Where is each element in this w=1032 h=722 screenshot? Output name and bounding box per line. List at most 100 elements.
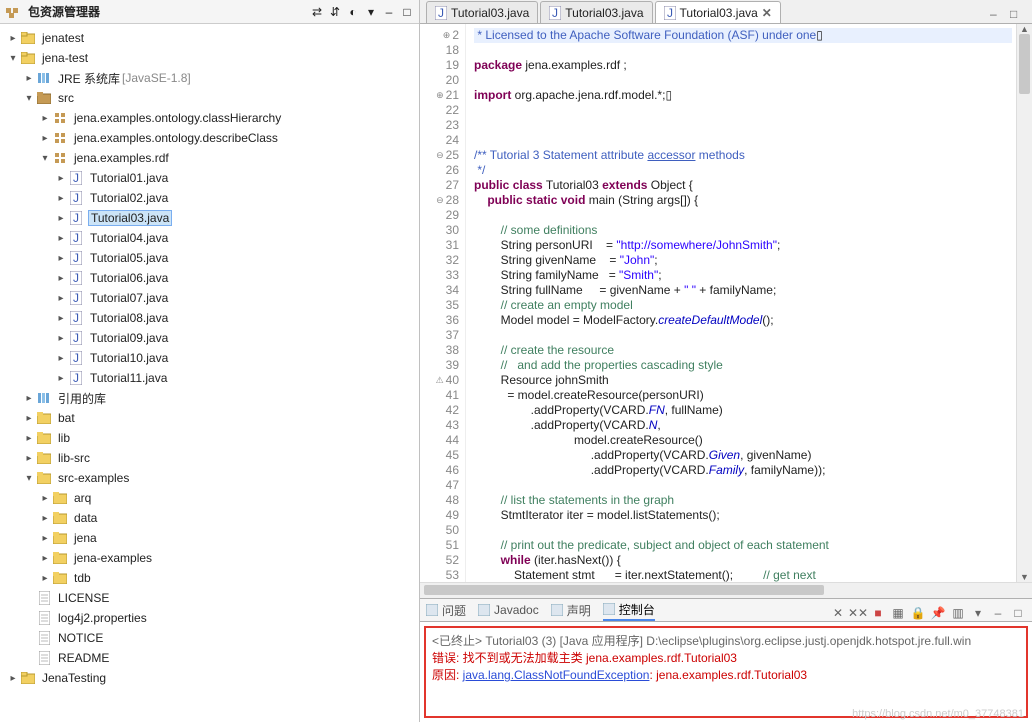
collapse-icon[interactable]: ▾: [22, 473, 36, 484]
tree-item[interactable]: log4j2.properties: [6, 608, 419, 628]
code-line[interactable]: = model.createResource(personURI): [474, 388, 1012, 403]
tree-item[interactable]: ▸JTutorial02.java: [6, 188, 419, 208]
tree-item[interactable]: ▸jena: [6, 528, 419, 548]
code-line[interactable]: [474, 523, 1012, 538]
scroll-up-icon[interactable]: ▲: [1017, 24, 1032, 34]
gutter-marker-icon[interactable]: ⊖: [436, 148, 444, 163]
tree-item[interactable]: ▸arq: [6, 488, 419, 508]
expand-icon[interactable]: ▸: [6, 33, 20, 44]
gutter-marker-icon[interactable]: ⊖: [436, 193, 444, 208]
code-line[interactable]: [474, 478, 1012, 493]
tree-item[interactable]: ▾src: [6, 88, 419, 108]
expand-icon[interactable]: ▸: [22, 73, 36, 84]
tree-item[interactable]: ▸data: [6, 508, 419, 528]
tree-item[interactable]: ▾jena-test: [6, 48, 419, 68]
close-tab-icon[interactable]: ✕: [762, 6, 772, 20]
code-line[interactable]: // create an empty model: [474, 298, 1012, 313]
tree-item[interactable]: ▸jena-examples: [6, 548, 419, 568]
expand-icon[interactable]: ▸: [22, 393, 36, 404]
code-line[interactable]: [474, 73, 1012, 88]
tree-item[interactable]: LICENSE: [6, 588, 419, 608]
explorer-tree[interactable]: ▸jenatest▾jena-test▸JRE 系统库 [JavaSE-1.8]…: [0, 24, 419, 722]
editor-tab[interactable]: JTutorial03.java: [540, 1, 652, 23]
code-line[interactable]: .addProperty(VCARD.Family, familyName));: [474, 463, 1012, 478]
open-console-icon[interactable]: ▾: [970, 605, 986, 621]
code-line[interactable]: while (iter.hasNext()) {: [474, 553, 1012, 568]
tree-item[interactable]: ▸JTutorial05.java: [6, 248, 419, 268]
expand-icon[interactable]: ▸: [38, 513, 52, 524]
collapse-icon[interactable]: ▾: [22, 93, 36, 104]
expand-icon[interactable]: ▸: [22, 433, 36, 444]
code-line[interactable]: .addProperty(VCARD.N,: [474, 418, 1012, 433]
expand-icon[interactable]: ▸: [38, 113, 52, 124]
expand-icon[interactable]: ▸: [54, 313, 68, 324]
expand-icon[interactable]: ▸: [54, 373, 68, 384]
tree-item[interactable]: ▸lib-src: [6, 448, 419, 468]
editor-code[interactable]: * Licensed to the Apache Software Founda…: [466, 24, 1016, 582]
code-line[interactable]: [474, 133, 1012, 148]
code-line[interactable]: // print out the predicate, subject and …: [474, 538, 1012, 553]
editor-gutter[interactable]: ⊕2181920⊕21222324⊖252627⊖282930313233343…: [420, 24, 466, 582]
code-line[interactable]: // some definitions: [474, 223, 1012, 238]
expand-icon[interactable]: ▸: [54, 353, 68, 364]
tree-item[interactable]: ▸JTutorial06.java: [6, 268, 419, 288]
collapse-all-icon[interactable]: ⇄: [309, 4, 325, 20]
gutter-marker-icon[interactable]: ⚠: [436, 373, 444, 388]
code-line[interactable]: String personURI = "http://somewhere/Joh…: [474, 238, 1012, 253]
expand-icon[interactable]: ▸: [38, 573, 52, 584]
tree-item[interactable]: ▸JRE 系统库 [JavaSE-1.8]: [6, 68, 419, 88]
tree-item[interactable]: ▸JTutorial09.java: [6, 328, 419, 348]
exception-link[interactable]: java.lang.ClassNotFoundException: [463, 668, 650, 682]
pin-console-icon[interactable]: 📌: [930, 605, 946, 621]
code-line[interactable]: String givenName = "John";: [474, 253, 1012, 268]
tree-item[interactable]: ▸JTutorial07.java: [6, 288, 419, 308]
clear-console-icon[interactable]: ▦: [890, 605, 906, 621]
editor-horizontal-scrollbar[interactable]: [420, 582, 1032, 598]
expand-icon[interactable]: ▸: [54, 233, 68, 244]
expand-icon[interactable]: ▸: [54, 333, 68, 344]
code-line[interactable]: String familyName = "Smith";: [474, 268, 1012, 283]
console-tab[interactable]: Javadoc: [478, 599, 539, 621]
code-line[interactable]: [474, 43, 1012, 58]
tree-item[interactable]: ▸jena.examples.ontology.classHierarchy: [6, 108, 419, 128]
expand-icon[interactable]: ▸: [38, 493, 52, 504]
minimize-icon[interactable]: –: [381, 4, 397, 20]
code-line[interactable]: String fullName = givenName + " " + fami…: [474, 283, 1012, 298]
code-line[interactable]: .addProperty(VCARD.FN, fullName): [474, 403, 1012, 418]
code-line[interactable]: model.createResource(): [474, 433, 1012, 448]
expand-icon[interactable]: ▸: [22, 413, 36, 424]
minimize-editor-icon[interactable]: –: [990, 7, 1006, 23]
tree-item[interactable]: NOTICE: [6, 628, 419, 648]
scroll-down-icon[interactable]: ▼: [1017, 572, 1032, 582]
expand-icon[interactable]: ▸: [54, 213, 68, 224]
code-line[interactable]: // and add the properties cascading styl…: [474, 358, 1012, 373]
code-line[interactable]: public static void main (String args[]) …: [474, 193, 1012, 208]
expand-icon[interactable]: ▸: [38, 133, 52, 144]
expand-icon[interactable]: ▸: [38, 533, 52, 544]
expand-icon[interactable]: ▸: [6, 673, 20, 684]
code-line[interactable]: Resource johnSmith: [474, 373, 1012, 388]
tree-item[interactable]: ▸JTutorial01.java: [6, 168, 419, 188]
code-line[interactable]: package jena.examples.rdf ;: [474, 58, 1012, 73]
tree-item[interactable]: ▾src-examples: [6, 468, 419, 488]
tree-item[interactable]: ▸tdb: [6, 568, 419, 588]
expand-icon[interactable]: ▸: [54, 173, 68, 184]
expand-icon[interactable]: ▸: [54, 193, 68, 204]
expand-icon[interactable]: ▸: [38, 553, 52, 564]
maximize-icon[interactable]: □: [399, 4, 415, 20]
code-line[interactable]: StmtIterator iter = model.listStatements…: [474, 508, 1012, 523]
tree-item[interactable]: ▸jenatest: [6, 28, 419, 48]
code-line[interactable]: * Licensed to the Apache Software Founda…: [474, 28, 1012, 43]
editor-tab[interactable]: JTutorial03.java: [426, 1, 538, 23]
tree-item[interactable]: ▸引用的库: [6, 388, 419, 408]
code-line[interactable]: .addProperty(VCARD.Given, givenName): [474, 448, 1012, 463]
scrollbar-thumb[interactable]: [1019, 34, 1030, 94]
code-line[interactable]: [474, 208, 1012, 223]
tree-item[interactable]: ▸JTutorial10.java: [6, 348, 419, 368]
maximize-editor-icon[interactable]: □: [1010, 7, 1026, 23]
link-editor-icon[interactable]: ⇵: [327, 4, 343, 20]
code-line[interactable]: public class Tutorial03 extends Object {: [474, 178, 1012, 193]
console-tab[interactable]: 问题: [426, 599, 466, 621]
focus-icon[interactable]: ◐: [345, 4, 361, 20]
tree-item[interactable]: ▸lib: [6, 428, 419, 448]
